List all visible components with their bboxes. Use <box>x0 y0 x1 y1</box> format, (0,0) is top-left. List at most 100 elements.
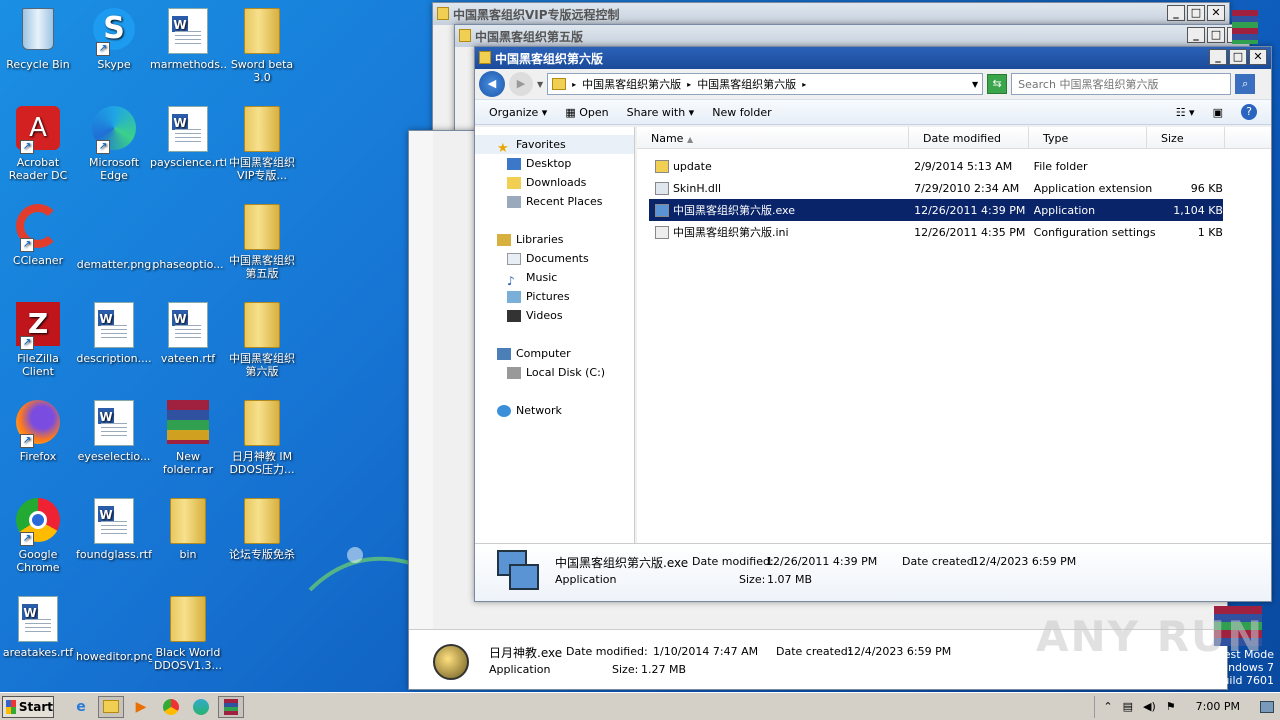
forward-button[interactable]: ▶ <box>509 72 533 96</box>
desktop-icon-folder[interactable]: Black World DDOSV1.3... <box>150 596 226 672</box>
desktop-icon-folder[interactable]: Sword beta 3.0 <box>224 8 300 84</box>
help-icon[interactable]: ? <box>1241 104 1257 120</box>
folder-icon <box>164 498 212 546</box>
chrome-taskbar-icon[interactable] <box>158 696 184 718</box>
desktop-icon-word[interactable]: Wfoundglass.rtf <box>76 498 152 574</box>
nav-downloads[interactable]: Downloads <box>475 173 634 192</box>
nav-libraries[interactable]: Libraries <box>475 230 634 249</box>
desktop-icon-skype[interactable]: S ↗ Skype <box>76 8 152 84</box>
refresh-button[interactable]: ⇆ <box>987 74 1008 94</box>
desktop-icon-word[interactable]: Wareatakes.rtf <box>0 596 76 672</box>
desktop-icon-folder[interactable]: 论坛专版免杀 <box>224 498 300 574</box>
minimize-button[interactable]: _ <box>1167 5 1185 21</box>
desktop-icon-folder[interactable]: bin <box>150 498 226 574</box>
minimize-button[interactable]: _ <box>1209 49 1227 65</box>
winrar-taskbar-icon[interactable] <box>218 695 244 718</box>
maximize-button[interactable]: □ <box>1187 5 1205 21</box>
maximize-button[interactable]: □ <box>1229 49 1247 65</box>
share-with-menu[interactable]: Share with ▾ <box>627 106 695 119</box>
flag-icon[interactable]: ⚑ <box>1166 700 1176 713</box>
organize-menu[interactable]: Organize ▾ <box>489 106 547 119</box>
explorer-titlebar[interactable]: 中国黑客组织第六版 _ □ ✕ <box>475 47 1271 69</box>
file-list[interactable]: Name ▲ Date modified Type Size update 2/9… <box>637 127 1271 543</box>
nav-local-disk[interactable]: Local Disk (C:) <box>475 363 634 382</box>
back-button[interactable]: ◀ <box>479 71 505 97</box>
desktop-icon-word[interactable]: Wmarmethods.... <box>150 8 226 84</box>
clock[interactable]: 7:00 PM <box>1196 700 1240 713</box>
recent-pages-dropdown[interactable]: ▼ <box>537 80 543 89</box>
desktop-icon-blank[interactable]: phaseoptio... <box>150 204 226 284</box>
desktop-icon-ccleaner[interactable]: ↗ CCleaner <box>0 204 76 280</box>
desktop-icon-folder[interactable]: 中国黑客组织第六版 <box>224 302 300 378</box>
window-vip-titlebar[interactable]: 中国黑客组织VIP专版远程控制 _ □ ✕ <box>433 3 1229 25</box>
file-row[interactable]: 中国黑客组织第六版.ini 12/26/2011 4:35 PM Configura… <box>649 221 1223 243</box>
file-row[interactable]: SkinH.dll 7/29/2010 2:34 AM Application ex… <box>649 177 1223 199</box>
show-desktop-button[interactable] <box>1260 700 1274 713</box>
media-player-taskbar-icon[interactable]: ▶ <box>128 696 154 718</box>
nav-music[interactable]: ♪ Music <box>475 268 634 288</box>
desktop-icon-word[interactable]: Weyeselectio... <box>76 400 152 476</box>
window-fifth-titlebar[interactable]: 中国黑客组织第五版 _□✕ <box>455 25 1249 47</box>
desktop-icon-recycle[interactable]: Recycle Bin <box>0 8 76 84</box>
breadcrumb-item-1[interactable]: 中国黑客组织第六版 <box>582 76 681 92</box>
search-input[interactable] <box>1011 73 1232 95</box>
nav-pictures[interactable]: Pictures <box>475 287 634 306</box>
desktop-icon-folder[interactable]: 中国黑客组织第五版 <box>224 204 300 280</box>
col-date[interactable]: Date modified <box>909 127 1029 148</box>
desktop-icon-word[interactable]: Wvateen.rtf <box>150 302 226 378</box>
downloads-icon <box>507 177 521 189</box>
file-row[interactable]: 中国黑客组织第六版.exe 12/26/2011 4:39 PM Applicati… <box>649 199 1223 221</box>
riyue-filename: 日月神教.exe <box>489 646 563 660</box>
close-button[interactable]: ✕ <box>1207 5 1225 21</box>
desktop-icon-filezilla[interactable]: Z ↗ FileZilla Client <box>0 302 76 378</box>
address-dropdown[interactable]: ▼ <box>972 80 978 89</box>
open-button[interactable]: ▦ Open <box>565 106 608 119</box>
view-options-icon[interactable]: ☷ ▾ <box>1176 106 1195 119</box>
ie-taskbar-icon[interactable]: e <box>68 696 94 718</box>
desktop-icon-blank[interactable]: dematter.png <box>76 204 152 284</box>
breadcrumb-item-2[interactable]: 中国黑客组织第六版 <box>697 76 796 92</box>
desktop-icon-label: Recycle Bin <box>6 58 70 71</box>
nav-documents[interactable]: Documents <box>475 249 634 268</box>
desktop-icon-folder[interactable]: 中国黑客组织VIP专版... <box>224 106 300 182</box>
desktop-icon-edge[interactable]: ↗ Microsoft Edge <box>76 106 152 182</box>
desktop-icon-folder[interactable]: 日月神教 IM DDOS压力... <box>224 400 300 476</box>
col-name[interactable]: Name ▲ <box>637 127 909 148</box>
window-fifth-title: 中国黑客组织第五版 <box>475 30 584 44</box>
explorer-window[interactable]: 中国黑客组织第六版 _ □ ✕ ◀ ▶ ▼ ▸ 中国黑客组织第六版 ▸ 中国黑客组织… <box>474 46 1272 602</box>
nav-computer[interactable]: Computer <box>475 344 634 363</box>
new-folder-button[interactable]: New folder <box>712 106 771 119</box>
file-row[interactable]: update 2/9/2014 5:13 AM File folder <box>649 155 1223 177</box>
minimize-button[interactable]: _ <box>1187 27 1205 43</box>
desktop-icon-word[interactable]: Wdescription.... <box>76 302 152 378</box>
network-tray-icon[interactable]: ▤ <box>1123 700 1133 713</box>
desktop-icon-word[interactable]: Wpayscience.rtf <box>150 106 226 182</box>
desktop-icon-blank[interactable]: howeditor.png <box>76 596 152 676</box>
search-icon[interactable]: ⌕ <box>1235 74 1256 94</box>
close-button[interactable]: ✕ <box>1249 49 1267 65</box>
edge-taskbar-icon[interactable] <box>188 696 214 718</box>
nav-favorites[interactable]: ★ Favorites <box>475 135 634 156</box>
rar-icon <box>164 400 212 448</box>
col-type[interactable]: Type <box>1029 127 1147 148</box>
address-bar[interactable]: ▸ 中国黑客组织第六版 ▸ 中国黑客组织第六版 ▸ ▼ <box>547 73 984 95</box>
col-size[interactable]: Size <box>1147 127 1225 148</box>
desktop-icon-chrome[interactable]: ↗ Google Chrome <box>0 498 76 574</box>
desktop-icon-firefox[interactable]: ↗ Firefox <box>0 400 76 476</box>
preview-pane-icon[interactable]: ▣ <box>1213 106 1223 119</box>
volume-icon[interactable]: ◀) <box>1143 700 1156 713</box>
share-label: Share with <box>626 105 686 119</box>
tray-expand-icon[interactable]: ⌃ <box>1103 700 1112 713</box>
test-mode-text: Test Mode Windows 7 Build 7601 <box>1206 648 1274 687</box>
desktop-icon-label: CCleaner <box>12 254 64 267</box>
start-button[interactable]: Start <box>2 695 54 718</box>
nav-recent[interactable]: Recent Places <box>475 192 634 211</box>
maximize-button[interactable]: □ <box>1207 27 1225 43</box>
explorer-taskbar-icon[interactable] <box>98 695 124 718</box>
nav-network[interactable]: Network <box>475 401 634 420</box>
desktop-icon-acrobat[interactable]: A ↗ Acrobat Reader DC <box>0 106 76 182</box>
nav-videos[interactable]: Videos <box>475 306 634 325</box>
desktop-icon-rar[interactable]: New folder.rar <box>150 400 226 476</box>
open-label: Open <box>579 105 609 119</box>
nav-desktop[interactable]: Desktop <box>475 154 634 173</box>
